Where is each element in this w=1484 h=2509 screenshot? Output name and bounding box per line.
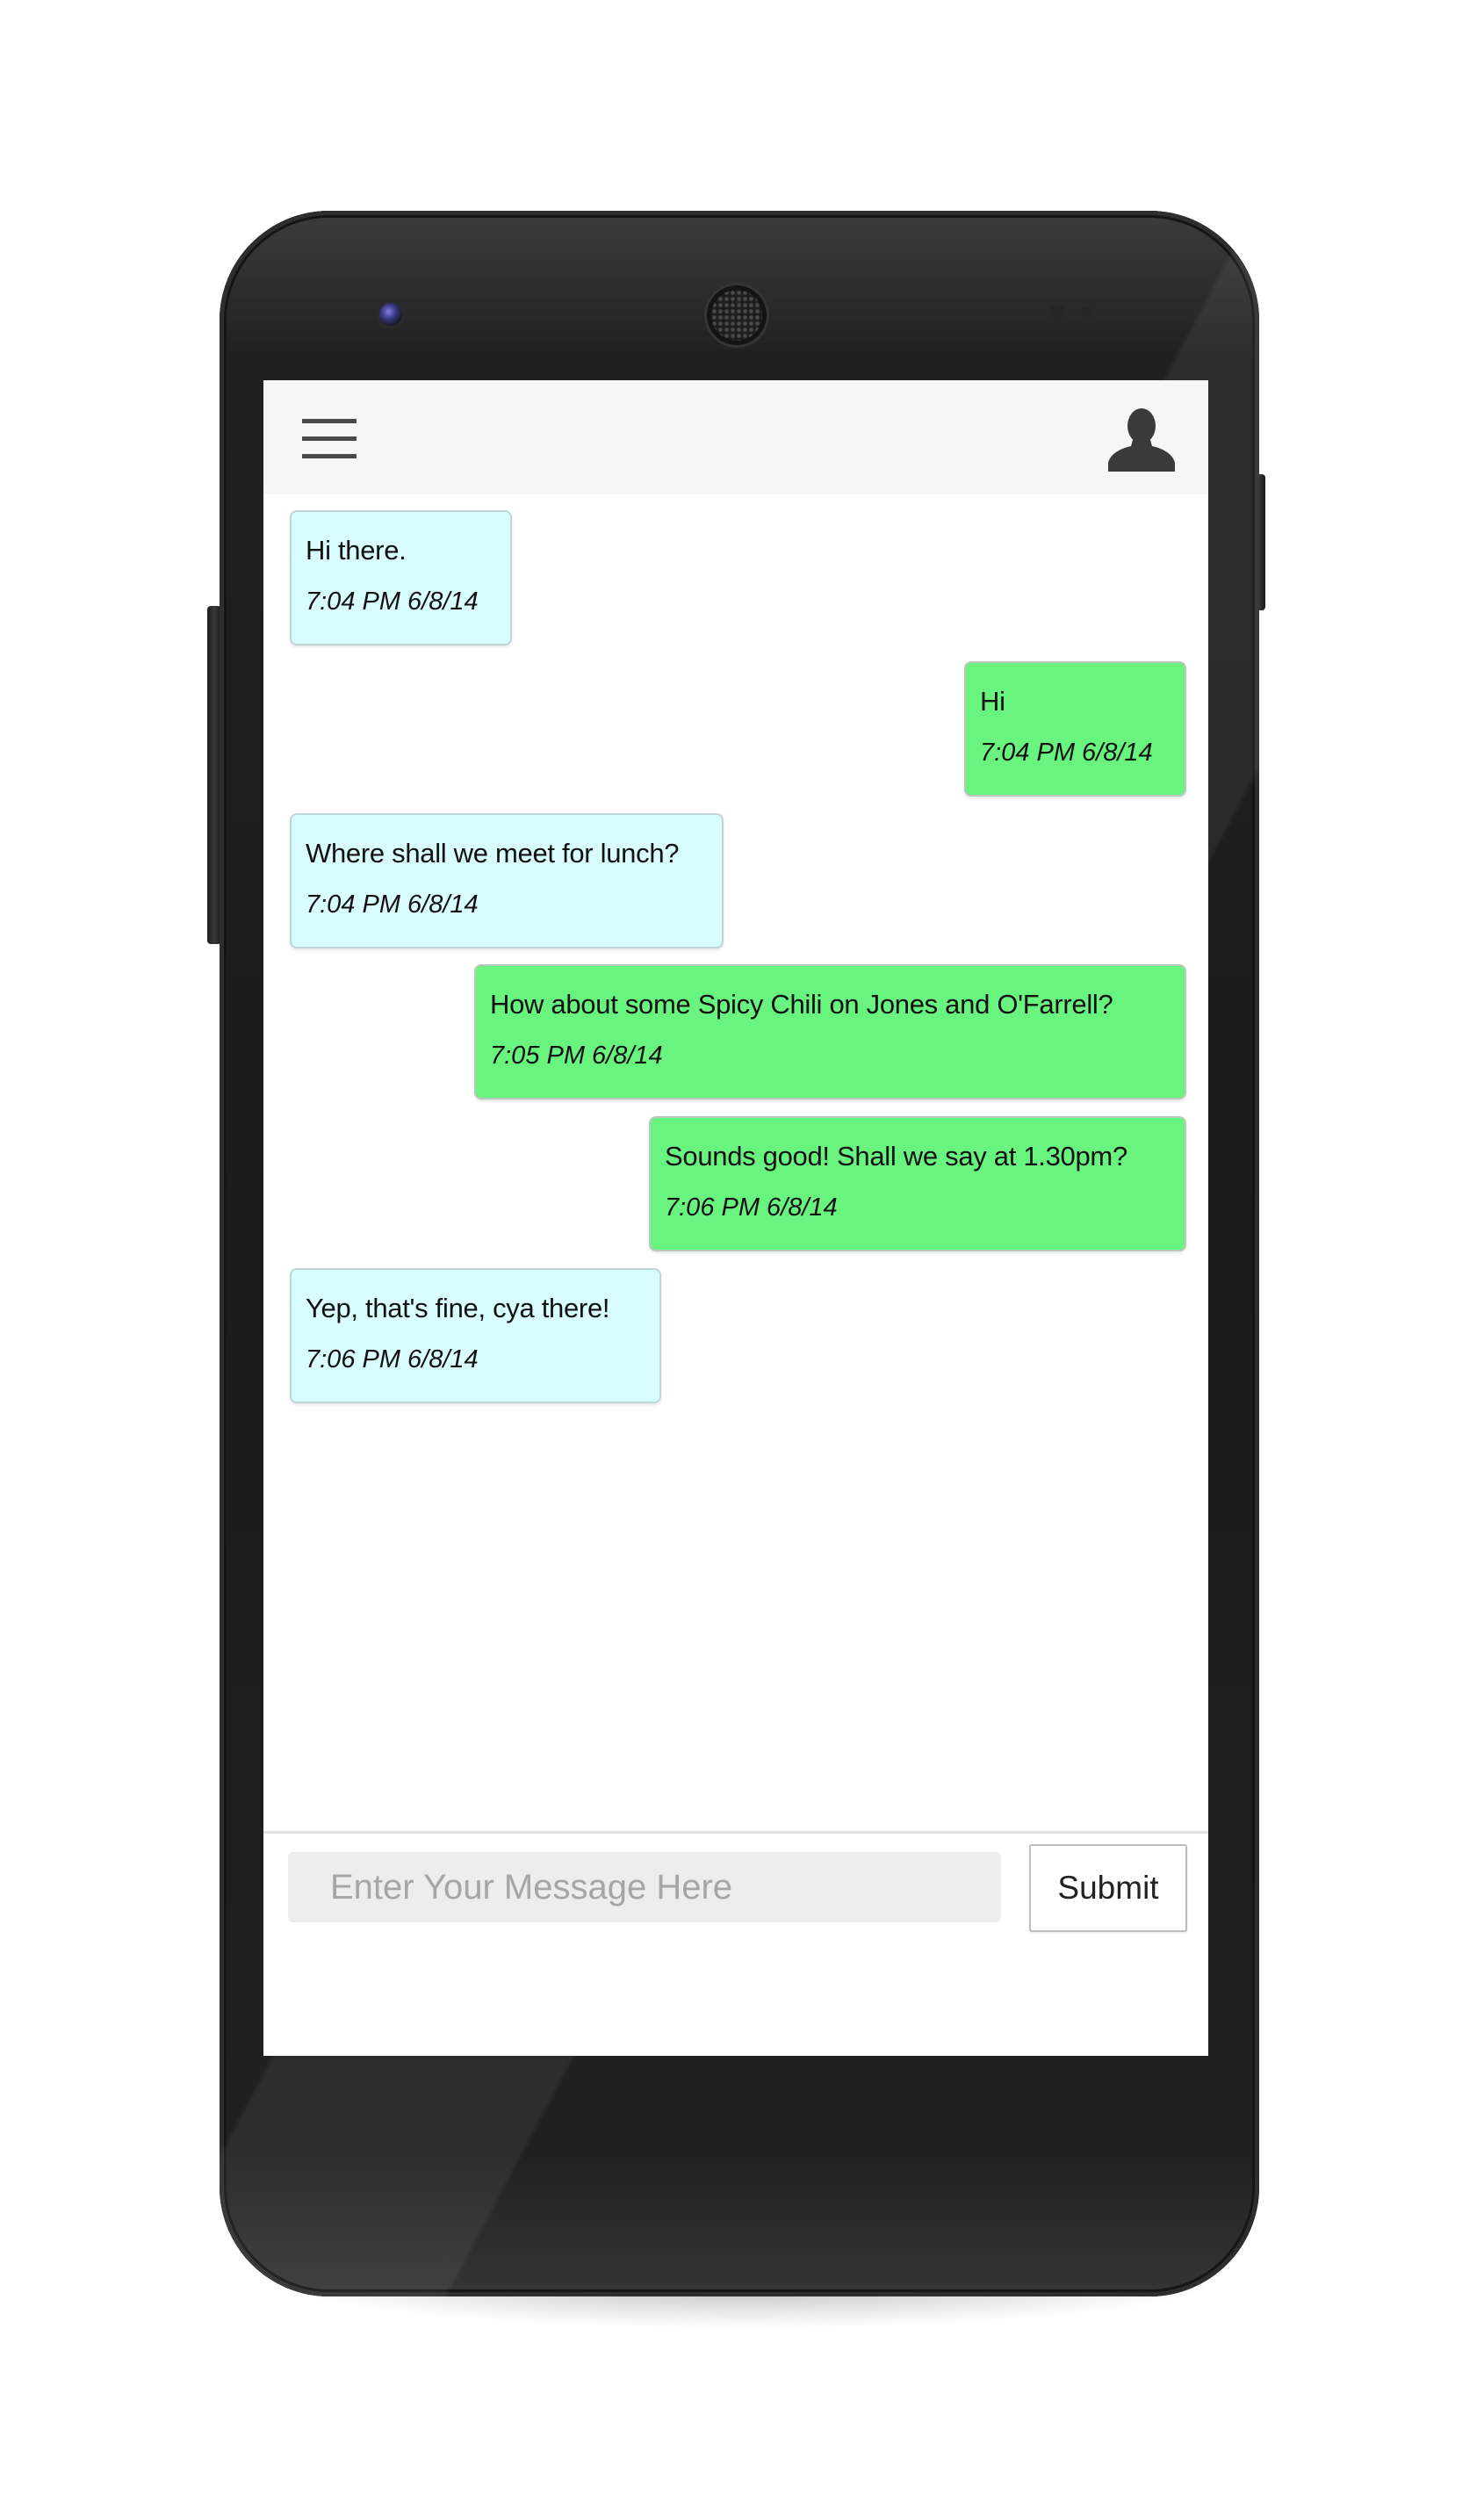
- message-bubble-incoming: Where shall we meet for lunch? 7:04 PM 6…: [290, 813, 724, 948]
- light-sensor-icon: [1082, 307, 1092, 318]
- message-text: Sounds good! Shall we say at 1.30pm?: [665, 1141, 1127, 1172]
- message-bubble-incoming: Yep, that's fine, cya there! 7:06 PM 6/8…: [290, 1268, 661, 1403]
- message-text: Hi: [980, 686, 1005, 717]
- message-bubble-outgoing: How about some Spicy Chili on Jones and …: [474, 964, 1186, 1099]
- message-timestamp: 7:04 PM 6/8/14: [306, 588, 479, 616]
- message-bubble-outgoing: Hi 7:04 PM 6/8/14: [964, 661, 1186, 797]
- message-timestamp: 7:05 PM 6/8/14: [490, 1042, 663, 1070]
- message-composer: Submit: [263, 1831, 1208, 2056]
- message-timestamp: 7:04 PM 6/8/14: [306, 890, 479, 919]
- message-text: Hi there.: [306, 535, 407, 566]
- front-camera-icon: [379, 303, 402, 326]
- message-bubble-incoming: Hi there. 7:04 PM 6/8/14: [290, 510, 512, 645]
- message-text: Where shall we meet for lunch?: [306, 838, 680, 869]
- message-timestamp: 7:06 PM 6/8/14: [306, 1345, 479, 1373]
- earpiece-speaker-icon: [711, 290, 762, 341]
- app-header: [263, 380, 1208, 494]
- message-text: How about some Spicy Chili on Jones and …: [490, 989, 1113, 1020]
- hamburger-menu-icon[interactable]: [302, 419, 357, 459]
- message-timestamp: 7:04 PM 6/8/14: [980, 739, 1153, 767]
- submit-button[interactable]: Submit: [1029, 1844, 1187, 1932]
- phone-screen: Hi there. 7:04 PM 6/8/14 Hi 7:04 PM 6/8/…: [263, 380, 1208, 2056]
- user-profile-icon[interactable]: [1106, 405, 1177, 473]
- mockup-stage: Hi there. 7:04 PM 6/8/14 Hi 7:04 PM 6/8/…: [0, 0, 1484, 2509]
- message-timestamp: 7:06 PM 6/8/14: [665, 1193, 838, 1222]
- message-input[interactable]: [288, 1852, 1001, 1922]
- proximity-sensor-icon: [1049, 305, 1065, 321]
- message-text: Yep, that's fine, cya there!: [306, 1293, 610, 1323]
- message-list: Hi there. 7:04 PM 6/8/14 Hi 7:04 PM 6/8/…: [263, 494, 1208, 1831]
- message-bubble-outgoing: Sounds good! Shall we say at 1.30pm? 7:0…: [649, 1116, 1186, 1251]
